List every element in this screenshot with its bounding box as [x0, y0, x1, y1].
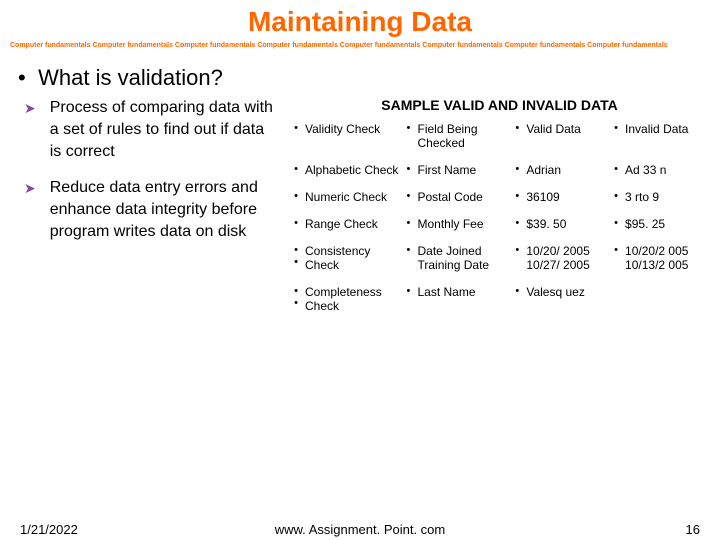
table-row: • • Consistency Check • Date Joined Trai… — [289, 241, 710, 282]
left-column: ➤ Process of comparing data with a set o… — [30, 97, 285, 323]
table-row: • • Completeness Check • Last Name • Val… — [289, 282, 710, 323]
table-row: • Numeric Check • Postal Code • 36109 • … — [289, 187, 710, 214]
bullet-icon: • • — [289, 282, 303, 323]
cell: Postal Code — [415, 187, 510, 214]
bullet-text: Reduce data entry errors and enhance dat… — [50, 177, 275, 243]
list-item: ➤ Process of comparing data with a set o… — [30, 97, 275, 163]
cell: $39. 50 — [524, 214, 609, 241]
bullet-icon: • — [401, 282, 415, 323]
right-column: SAMPLE VALID AND INVALID DATA • Validity… — [285, 97, 710, 323]
bullet-icon: • — [401, 241, 415, 282]
slide-title: Maintaining Data — [0, 0, 720, 40]
table-row: • Range Check • Monthly Fee • $39. 50 • … — [289, 214, 710, 241]
bullet-icon: • — [510, 119, 524, 160]
arrow-icon: ➤ — [24, 97, 36, 163]
cell: Validity Check — [303, 119, 401, 160]
table-row: • Validity Check • Field Being Checked •… — [289, 119, 710, 160]
cell: Monthly Fee — [415, 214, 510, 241]
bullet-icon: • — [401, 160, 415, 187]
cell: 36109 — [524, 187, 609, 214]
heading-row: • What is validation? — [0, 55, 720, 97]
bullet-icon: • — [510, 282, 524, 323]
content-area: ➤ Process of comparing data with a set o… — [0, 97, 720, 323]
cell: 10/20/2 005 10/13/2 005 — [623, 241, 710, 282]
bullet-icon: • — [289, 119, 303, 160]
cell: 10/20/ 2005 10/27/ 2005 — [524, 241, 609, 282]
bullet-icon: • — [510, 187, 524, 214]
cell: Last Name — [415, 282, 510, 323]
bullet-text: Process of comparing data with a set of … — [50, 97, 275, 163]
bullet-icon: • — [289, 187, 303, 214]
bullet-icon: • — [510, 160, 524, 187]
cell: Alphabetic Check — [303, 160, 401, 187]
bullet-icon: • — [609, 214, 623, 241]
cell: Adrian — [524, 160, 609, 187]
sample-title: SAMPLE VALID AND INVALID DATA — [289, 97, 710, 113]
bullet-icon — [609, 282, 623, 323]
cell: Valesq uez — [524, 282, 609, 323]
bullet-icon: • — [289, 214, 303, 241]
cell: 3 rto 9 — [623, 187, 710, 214]
footer-url: www. Assignment. Point. com — [0, 522, 720, 537]
bullet-icon: • — [401, 214, 415, 241]
cell: Valid Data — [524, 119, 609, 160]
bullet-icon: • — [510, 214, 524, 241]
cell — [623, 282, 710, 323]
data-table: • Validity Check • Field Being Checked •… — [289, 119, 710, 323]
bullet-icon: • — [289, 160, 303, 187]
bullet-icon: • — [609, 241, 623, 282]
list-item: ➤ Reduce data entry errors and enhance d… — [30, 177, 275, 243]
table-row: • Alphabetic Check • First Name • Adrian… — [289, 160, 710, 187]
bullet-icon: • — [510, 241, 524, 282]
cell: Ad 33 n — [623, 160, 710, 187]
cell: Date Joined Training Date — [415, 241, 510, 282]
cell: Completeness Check — [303, 282, 401, 323]
cell: Field Being Checked — [415, 119, 510, 160]
bullet-icon: • — [401, 187, 415, 214]
cell: First Name — [415, 160, 510, 187]
footer-page-number: 16 — [686, 522, 700, 537]
cell: Numeric Check — [303, 187, 401, 214]
heading-bullet: • — [18, 65, 26, 90]
bullet-icon: • — [609, 119, 623, 160]
cell: $95. 25 — [623, 214, 710, 241]
bullet-icon: • • — [289, 241, 303, 282]
bullet-icon: • — [401, 119, 415, 160]
subtitle-repeat: Computer fundamentals Computer fundament… — [0, 40, 720, 55]
heading-text: What is validation? — [38, 65, 223, 90]
cell: Range Check — [303, 214, 401, 241]
cell: Consistency Check — [303, 241, 401, 282]
arrow-icon: ➤ — [24, 177, 36, 243]
bullet-icon: • — [609, 187, 623, 214]
bullet-icon: • — [609, 160, 623, 187]
cell: Invalid Data — [623, 119, 710, 160]
